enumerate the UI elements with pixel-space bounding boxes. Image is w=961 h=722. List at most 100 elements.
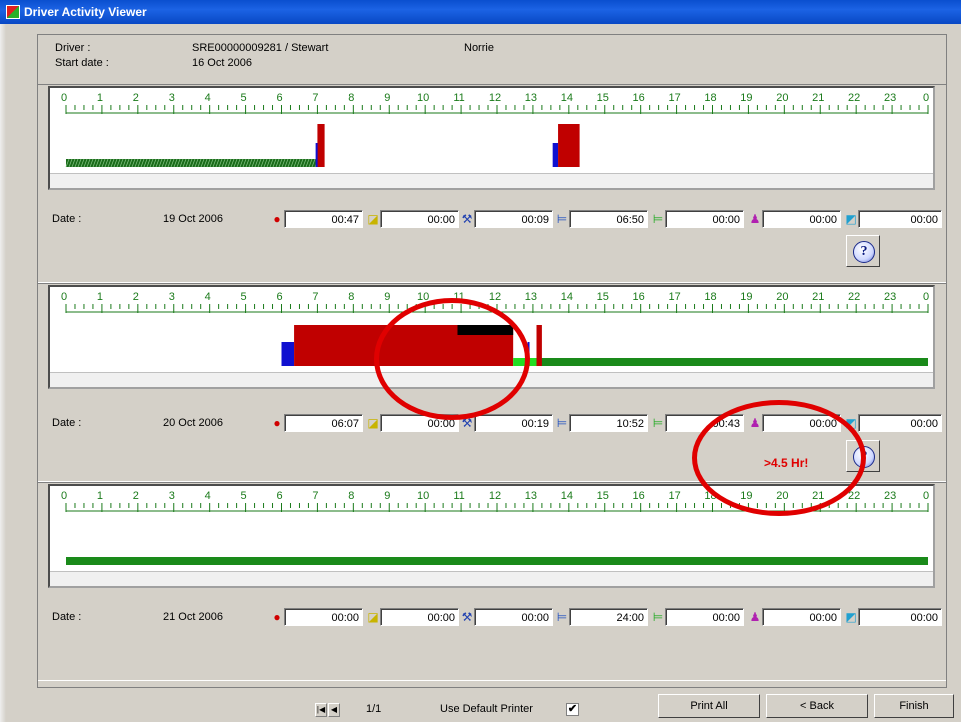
date-value: 19 Oct 2006 <box>163 213 223 225</box>
day-summary-row: Date :21 Oct 2006 ● 00:00 ◪ 00:00 ⚒ 00:00 ⊨ 24:0… <box>48 608 942 628</box>
available-icon: ◩ <box>845 212 857 226</box>
hour-label: 12 <box>489 291 501 303</box>
day-panel: 0 1 2 3 4 5 6 7 8 9 10 11 12 13 14 15 16 17 18 19 20 21 22 23 0 D… <box>38 283 946 482</box>
duration-field: 00:00 <box>665 210 744 228</box>
default-printer-label: Use Default Printer <box>440 703 533 715</box>
chart-scrollbar[interactable] <box>50 173 933 188</box>
hour-label: 20 <box>776 291 788 303</box>
chart-scrollbar[interactable] <box>50 571 933 586</box>
hour-label: 22 <box>848 92 860 104</box>
hour-label: 18 <box>704 291 716 303</box>
hour-label: 8 <box>348 291 354 303</box>
default-printer-checkbox[interactable]: ✔ <box>566 703 579 716</box>
duration-field: 00:00 <box>380 414 459 432</box>
hour-label: 16 <box>633 490 645 502</box>
hour-label: 10 <box>417 490 429 502</box>
other-work-icon: ◪ <box>367 610 379 624</box>
hour-label: 6 <box>276 490 282 502</box>
hour-label: 0 <box>923 291 929 303</box>
duration-field: 00:19 <box>474 414 553 432</box>
page-indicator: 1/1 <box>366 703 382 715</box>
hour-label: 14 <box>561 490 573 502</box>
duration-field: 10:52 <box>569 414 648 432</box>
activity-chart: 0 1 2 3 4 5 6 7 8 9 10 11 12 13 14 15 16 17 18 19 20 21 22 23 0 <box>48 285 935 389</box>
help-icon: ? <box>853 241 875 263</box>
prev-page-button[interactable]: ◀ <box>328 703 340 717</box>
tools-icon: ⚒ <box>461 416 473 430</box>
hour-label: 17 <box>668 291 680 303</box>
hour-label: 2 <box>133 92 139 104</box>
back-button[interactable]: < Back <box>766 694 868 718</box>
hour-label: 21 <box>812 92 824 104</box>
hour-label: 11 <box>453 490 464 502</box>
warning-text: >4.5 Hr! <box>764 456 809 470</box>
hour-label: 3 <box>169 490 175 502</box>
hour-label: 15 <box>597 92 609 104</box>
tools-icon: ⚒ <box>461 610 473 624</box>
hour-label: 7 <box>312 92 318 104</box>
available-icon: ◩ <box>845 610 857 624</box>
hour-label: 0 <box>61 92 67 104</box>
hour-label: 14 <box>561 291 573 303</box>
duration-field: 00:00 <box>665 608 744 626</box>
steering-wheel-icon: ● <box>273 212 281 226</box>
activity-chart: 0 1 2 3 4 5 6 7 8 9 10 11 12 13 14 15 16 17 18 19 20 21 22 23 0 <box>48 484 935 588</box>
hour-label: 0 <box>61 291 67 303</box>
hour-label: 20 <box>776 92 788 104</box>
hour-label: 9 <box>384 291 390 303</box>
duration-field: 00:00 <box>762 414 841 432</box>
hour-label: 23 <box>884 92 896 104</box>
duration-field: 00:43 <box>665 414 744 432</box>
person-icon: ♟ <box>749 212 761 226</box>
hour-label: 9 <box>384 92 390 104</box>
duration-field: 00:00 <box>762 608 841 626</box>
finish-button[interactable]: Finish <box>874 694 954 718</box>
chart-scrollbar[interactable] <box>50 372 933 387</box>
duration-field: 00:00 <box>474 608 553 626</box>
first-page-button[interactable]: |◀ <box>315 703 327 717</box>
duration-field: 00:47 <box>284 210 363 228</box>
duration-field: 00:00 <box>380 210 459 228</box>
activity-chart: 0 1 2 3 4 5 6 7 8 9 10 11 12 13 14 15 16 17 18 19 20 21 22 23 0 <box>48 86 935 190</box>
hour-label: 18 <box>704 490 716 502</box>
hour-label: 13 <box>525 490 537 502</box>
hour-label: 12 <box>489 92 501 104</box>
help-icon: ? <box>853 446 875 468</box>
hour-label: 15 <box>597 490 609 502</box>
hour-label: 9 <box>384 490 390 502</box>
hour-label: 14 <box>561 92 573 104</box>
help-button[interactable]: ? <box>846 440 880 472</box>
hour-label: 22 <box>848 490 860 502</box>
hour-label: 4 <box>205 490 211 502</box>
hour-label: 1 <box>97 291 103 303</box>
hour-label: 1 <box>97 490 103 502</box>
hour-label: 5 <box>241 92 247 104</box>
bed-green-icon: ⊨ <box>652 212 664 226</box>
hour-label: 19 <box>740 291 752 303</box>
hour-label: 1 <box>97 92 103 104</box>
duration-field: 00:00 <box>858 608 942 626</box>
hour-label: 19 <box>740 92 752 104</box>
activity-segment-work <box>281 342 295 366</box>
duration-field: 00:00 <box>380 608 459 626</box>
hour-label: 22 <box>848 291 860 303</box>
activity-segment-rest_light <box>513 358 541 366</box>
hour-label: 6 <box>276 291 282 303</box>
duration-field: 00:00 <box>858 414 942 432</box>
person-icon: ♟ <box>749 416 761 430</box>
hour-label: 13 <box>525 291 537 303</box>
date-label: Date : <box>52 213 82 225</box>
app-icon <box>6 5 20 19</box>
hour-label: 17 <box>668 490 680 502</box>
print-all-button[interactable]: Print All <box>658 694 760 718</box>
driver-value: SRE00000009281 / Stewart <box>192 42 329 54</box>
title-bar: Driver Activity Viewer <box>0 0 961 24</box>
duration-field: 00:09 <box>474 210 553 228</box>
tools-icon: ⚒ <box>461 212 473 226</box>
other-work-icon: ◪ <box>367 416 379 430</box>
bed-green-icon: ⊨ <box>652 416 664 430</box>
day-summary-row: Date :19 Oct 2006 ● 00:47 ◪ 00:00 ⚒ 00:09 ⊨ 06:5… <box>48 210 942 230</box>
left-edge <box>0 24 10 722</box>
help-button[interactable]: ? <box>846 235 880 267</box>
hour-label: 23 <box>884 490 896 502</box>
